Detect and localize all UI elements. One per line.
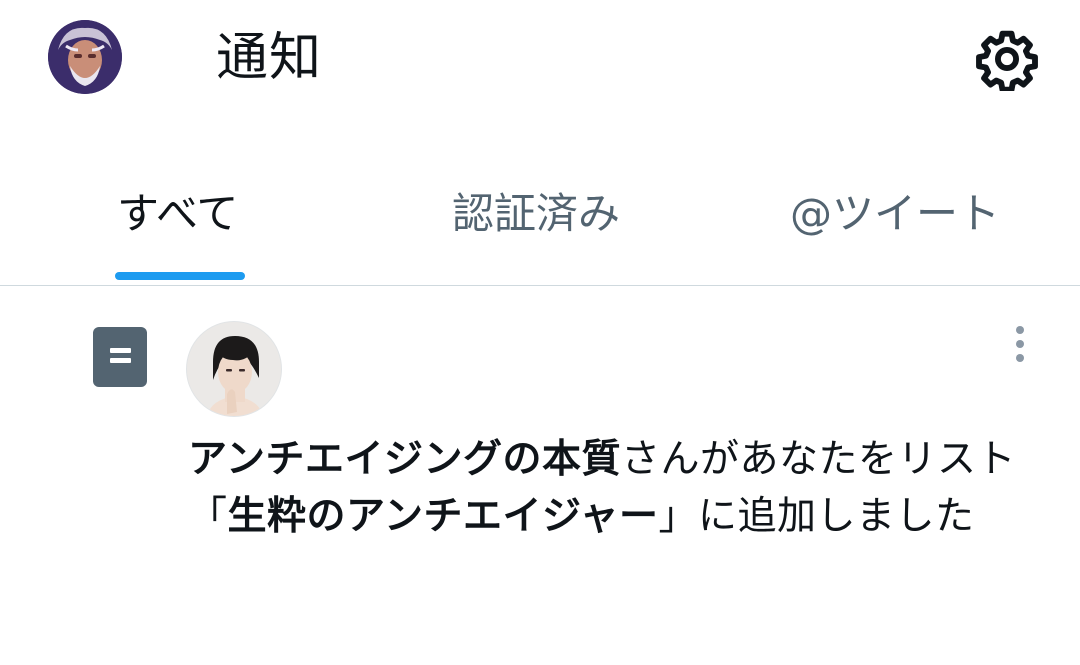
header: 通知 bbox=[0, 0, 1080, 120]
list-name[interactable]: 生粋のアンチエイジャー bbox=[228, 494, 659, 539]
page-title: 通知 bbox=[216, 28, 323, 88]
tab-bar: すべて 認証済み @ツイート bbox=[0, 170, 1080, 286]
avatar-image bbox=[48, 20, 122, 94]
more-vertical-icon bbox=[1016, 326, 1024, 334]
more-vertical-icon bbox=[1016, 354, 1024, 362]
avatar-image bbox=[187, 322, 281, 416]
list-icon-bar bbox=[110, 358, 131, 363]
tab-verified-label: 認証済み bbox=[452, 189, 621, 238]
tab-all-label: すべて bbox=[117, 189, 239, 238]
notifications-page: 通知 すべて 認証済み @ツイート アンチエイジングの本質さんがあなたをリスト「… bbox=[0, 0, 1080, 665]
gear-icon bbox=[976, 30, 1038, 91]
list-icon bbox=[93, 327, 147, 387]
tab-all[interactable]: すべて bbox=[115, 170, 255, 284]
tab-mentions-label: @ツイート bbox=[790, 189, 1001, 238]
settings-button[interactable] bbox=[972, 26, 1042, 92]
more-options-button[interactable] bbox=[1000, 322, 1040, 368]
notification-text-part: 」に追加しました bbox=[658, 494, 975, 539]
active-tab-indicator bbox=[115, 272, 245, 280]
avatar[interactable] bbox=[48, 20, 122, 94]
notification-item[interactable]: アンチエイジングの本質さんがあなたをリスト「生粋のアンチエイジャー」に追加しまし… bbox=[0, 286, 1080, 665]
tab-verified[interactable]: 認証済み bbox=[450, 170, 640, 284]
more-vertical-icon bbox=[1016, 340, 1024, 348]
tab-mentions[interactable]: @ツイート bbox=[788, 170, 1018, 284]
notification-text: アンチエイジングの本質さんがあなたをリスト「生粋のアンチエイジャー」に追加しまし… bbox=[188, 431, 1048, 545]
actor-name[interactable]: アンチエイジングの本質 bbox=[188, 437, 621, 482]
notification-avatar[interactable] bbox=[186, 321, 282, 417]
list-icon-bar bbox=[110, 348, 131, 353]
